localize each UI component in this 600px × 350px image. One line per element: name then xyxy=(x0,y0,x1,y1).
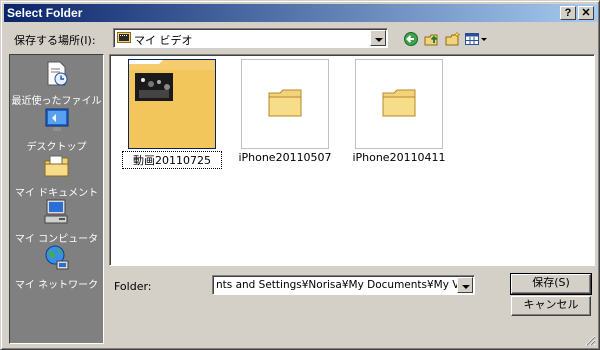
title-bar[interactable]: Select Folder ? ✕ xyxy=(4,4,598,22)
folder-icon xyxy=(268,89,302,117)
place-recent[interactable]: 最近使ったファイル xyxy=(10,60,103,107)
place-my-documents[interactable]: マイ ドキュメント xyxy=(10,152,103,199)
place-my-network[interactable]: マイ ネットワーク xyxy=(10,244,103,291)
list-item-label[interactable]: 動画20110725 xyxy=(122,151,222,169)
close-button[interactable]: ✕ xyxy=(578,6,594,20)
folder-list-view[interactable]: 動画20110725 iPhone20110507 iPhone20110411 xyxy=(109,54,595,266)
video-folder-thumbnail-icon xyxy=(129,60,215,148)
my-documents-icon xyxy=(43,152,71,180)
my-computer-icon xyxy=(43,198,71,226)
view-menu-icon[interactable] xyxy=(464,31,490,47)
place-label-desktop: デスクトップ xyxy=(26,142,87,153)
folder-path-field[interactable]: nts and Settings¥Norisa¥My Documents¥My … xyxy=(212,275,475,295)
place-label-my-network: マイ ネットワーク xyxy=(14,280,99,291)
folder-icon xyxy=(382,89,416,117)
lookin-dropdown-button[interactable] xyxy=(370,30,386,46)
place-label-my-documents: マイ ドキュメント xyxy=(14,188,99,199)
window-title: Select Folder xyxy=(7,6,83,20)
new-folder-icon[interactable] xyxy=(444,31,462,47)
folder-label: Folder: xyxy=(114,280,152,293)
folder-path-value: nts and Settings¥Norisa¥My Documents¥My … xyxy=(216,279,458,291)
list-item-label[interactable]: iPhone20110411 xyxy=(349,151,449,164)
save-button[interactable]: 保存(S) xyxy=(510,273,592,295)
places-bar: 最近使ったファイル デスクトップ マイ ドキュメント マイ コンピュータ マイ … xyxy=(9,54,104,344)
place-my-computer[interactable]: マイ コンピュータ xyxy=(10,198,103,245)
desktop-icon xyxy=(43,106,71,134)
my-network-icon xyxy=(43,244,71,272)
lookin-value: マイ ビデオ xyxy=(134,34,193,47)
help-button[interactable]: ? xyxy=(560,6,576,20)
up-folder-icon[interactable] xyxy=(423,31,441,47)
list-item[interactable] xyxy=(128,59,216,149)
folder-dropdown-button[interactable] xyxy=(457,277,473,293)
cancel-button[interactable]: キャンセル xyxy=(511,296,591,316)
select-folder-dialog: Select Folder ? ✕ 保存する場所(I): マイ ビデオ 最近使っ… xyxy=(0,0,600,350)
back-icon[interactable] xyxy=(403,31,421,47)
lookin-combo[interactable]: マイ ビデオ xyxy=(113,28,388,48)
lookin-label: 保存する場所(I): xyxy=(14,34,96,47)
video-folder-icon xyxy=(117,31,131,44)
place-label-my-computer: マイ コンピュータ xyxy=(14,234,99,245)
place-desktop[interactable]: デスクトップ xyxy=(10,106,103,153)
place-label-recent: 最近使ったファイル xyxy=(11,96,102,107)
recent-documents-icon xyxy=(43,60,71,88)
resize-grip[interactable] xyxy=(584,334,596,346)
list-item[interactable] xyxy=(241,59,329,149)
list-item[interactable] xyxy=(355,59,443,149)
list-item-label[interactable]: iPhone20110507 xyxy=(235,151,335,164)
